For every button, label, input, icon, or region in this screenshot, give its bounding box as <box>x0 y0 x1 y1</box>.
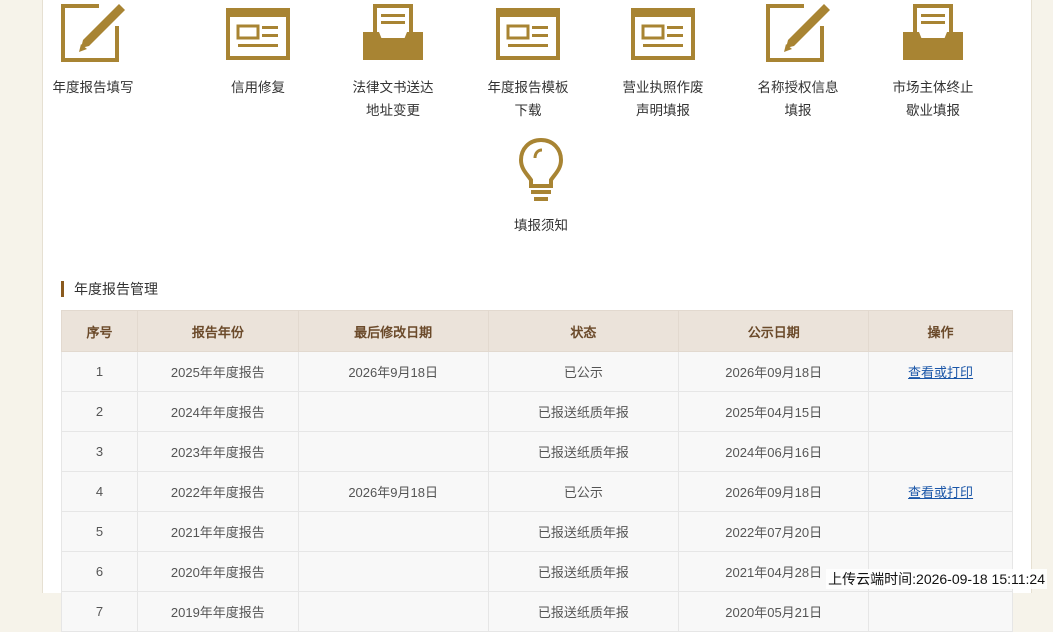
tile-name-authorization[interactable]: 名称授权信息 填报 <box>738 2 858 122</box>
col-index: 序号 <box>61 310 138 352</box>
col-report-year: 报告年份 <box>136 310 299 352</box>
view-print-link[interactable]: 查看或打印 <box>908 485 973 500</box>
inbox-tray-icon <box>363 4 423 60</box>
function-tiles: 年度报告填写 信用修复 法律文书送达 地址变更 年度报告模板 下载 营业执照作废… <box>43 0 1031 250</box>
tile-report-template-download[interactable]: 年度报告模板 下载 <box>468 2 588 122</box>
tile-credit-repair[interactable]: 信用修复 <box>198 2 318 99</box>
col-status: 状态 <box>487 310 680 352</box>
table-header-row: 序号 报告年份 最后修改日期 状态 公示日期 操作 <box>61 310 1013 352</box>
col-last-modified: 最后修改日期 <box>297 310 489 352</box>
table-row: 1 2025年年度报告 2026年9月18日 已公示 2026年09月18日 查… <box>61 351 1013 392</box>
document-form-icon <box>226 8 290 60</box>
col-action: 操作 <box>868 310 1013 352</box>
tile-entity-termination[interactable]: 市场主体终止 歇业填报 <box>873 2 993 122</box>
content-panel: 年度报告填写 信用修复 法律文书送达 地址变更 年度报告模板 下载 营业执照作废… <box>42 0 1032 632</box>
tile-legal-doc-address[interactable]: 法律文书送达 地址变更 <box>333 2 453 122</box>
tile-license-void-statement[interactable]: 营业执照作废 声明填报 <box>603 2 723 122</box>
table-row: 4 2022年年度报告 2026年9月18日 已公示 2026年09月18日 查… <box>61 471 1013 512</box>
tile-annual-report-fill[interactable]: 年度报告填写 <box>33 2 153 99</box>
view-print-link[interactable]: 查看或打印 <box>908 365 973 380</box>
table-row: 7 2019年年度报告 已报送纸质年报 2020年05月21日 <box>61 591 1013 632</box>
document-form-icon <box>631 8 695 60</box>
inbox-tray-icon <box>903 4 963 60</box>
section-title: 年度报告管理 <box>61 281 158 297</box>
tile-filing-notice[interactable]: 填报须知 <box>481 136 601 237</box>
table-row: 5 2021年年度报告 已报送纸质年报 2022年07月20日 <box>61 511 1013 552</box>
pencil-edit-icon <box>61 4 125 62</box>
table-row: 2 2024年年度报告 已报送纸质年报 2025年04月15日 <box>61 391 1013 432</box>
pencil-edit-icon <box>766 4 830 62</box>
table-row: 3 2023年年度报告 已报送纸质年报 2024年06月16日 <box>61 431 1013 472</box>
col-publish-date: 公示日期 <box>678 310 870 352</box>
upload-timestamp: 上传云端时间:2026-09-18 15:11:24 <box>826 569 1047 589</box>
document-form-icon <box>496 8 560 60</box>
lightbulb-icon <box>518 137 564 201</box>
